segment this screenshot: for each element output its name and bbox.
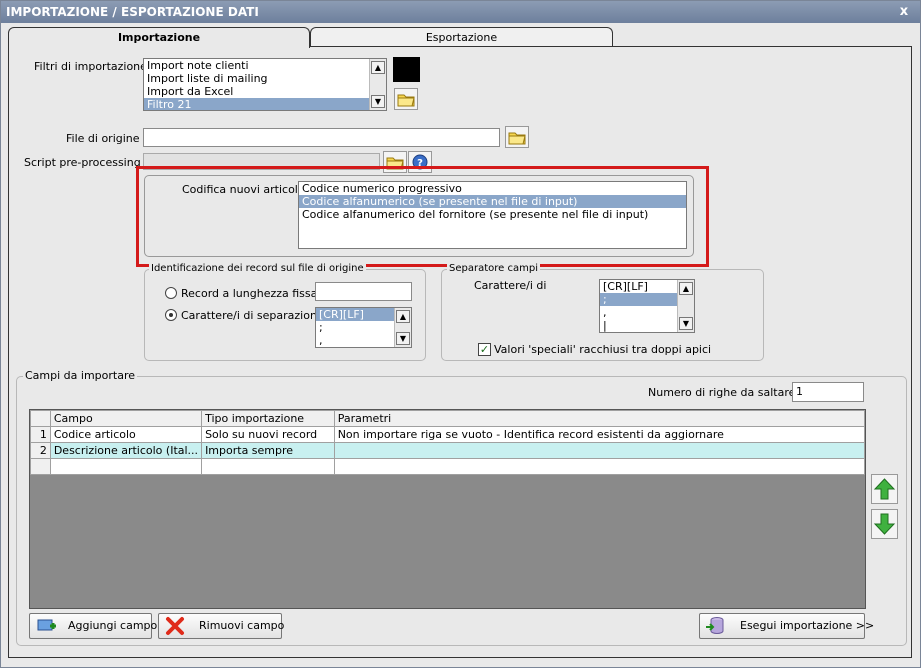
fields-table: Campo Tipo importazione Parametri 1 Codi… [30, 410, 866, 475]
tab-importazione-label: Importazione [117, 31, 201, 44]
radio-record-separator[interactable] [165, 309, 177, 321]
row-number: 2 [30, 442, 51, 459]
filter-item[interactable]: Import note clienti [144, 59, 386, 72]
cell-tipo[interactable]: Solo su nuovi record [201, 426, 335, 443]
run-import-label: Esegui importazione >> [740, 619, 875, 632]
col-parametri[interactable]: Parametri [333, 410, 866, 427]
table-row[interactable]: 1 Codice articolo Solo su nuovi record N… [30, 426, 866, 443]
cell-parametri[interactable] [333, 458, 866, 475]
remove-icon [166, 617, 184, 635]
record-sep-listbox[interactable]: [CR][LF] ; , ▲ ▼ [315, 307, 412, 348]
remove-field-button[interactable]: Rimuovi campo [158, 613, 285, 639]
row-number [30, 458, 51, 475]
folder-open-button[interactable] [394, 88, 418, 110]
cell-parametri[interactable] [333, 442, 866, 459]
import-export-window: IMPORTAZIONE / ESPORTAZIONE DATI x Impor… [0, 0, 921, 668]
radio-record-fixed[interactable] [165, 287, 177, 299]
quotes-checkbox-label: Valori 'speciali' racchiusi tra doppi ap… [494, 343, 712, 356]
table-header-row: Campo Tipo importazione Parametri [30, 410, 866, 427]
scroll-down-icon[interactable]: ▼ [679, 317, 693, 330]
skip-rows-input[interactable]: 1 [792, 382, 864, 402]
file-origine-browse-button[interactable] [505, 126, 529, 148]
file-origine-input[interactable] [143, 128, 500, 147]
cell-tipo[interactable]: Importa sempre [201, 442, 335, 459]
separatore-title: Separatore campi [447, 263, 540, 274]
arrow-down-icon [873, 513, 896, 535]
arrow-up-icon [873, 478, 896, 500]
move-down-button[interactable] [871, 509, 898, 539]
quotes-checkbox[interactable]: ✓ [478, 343, 491, 356]
record-length-input[interactable] [315, 282, 412, 301]
scroll-up-icon[interactable]: ▲ [371, 61, 385, 74]
scroll-down-icon[interactable]: ▼ [396, 332, 410, 345]
add-field-button[interactable]: Aggiungi campo [29, 613, 157, 639]
filters-label: Filtri di importazione : [34, 60, 155, 73]
script-pre-label: Script pre-processing : [24, 156, 148, 169]
close-icon[interactable]: x [896, 5, 912, 19]
record-sep-scrollbar[interactable]: ▲ ▼ [394, 308, 411, 347]
record-sep-label: Carattere/i di separazione [181, 309, 324, 322]
separatore-label: Carattere/i di [474, 279, 547, 292]
row-number: 1 [30, 426, 51, 443]
cell-campo[interactable]: Codice articolo [49, 426, 203, 443]
move-up-button[interactable] [871, 474, 898, 504]
record-fixed-label: Record a lunghezza fissa [181, 287, 318, 300]
run-import-button[interactable]: Esegui importazione >> [699, 613, 874, 639]
tab-esportazione-label: Esportazione [425, 31, 498, 44]
table-row-empty[interactable] [30, 458, 866, 475]
cell-tipo[interactable] [201, 458, 335, 475]
folder-icon [397, 94, 415, 107]
cell-campo[interactable]: Descrizione articolo (Ital... [49, 442, 203, 459]
separatore-listbox[interactable]: [CR][LF] ; , | ▲ ▼ [599, 279, 695, 333]
window-title: IMPORTAZIONE / ESPORTAZIONE DATI [6, 5, 259, 19]
identificazione-title: Identificazione dei record sul file di o… [149, 263, 366, 274]
filter-item[interactable]: Import liste di mailing [144, 72, 386, 85]
remove-field-label: Rimuovi campo [199, 619, 285, 632]
database-import-icon [706, 617, 724, 634]
filters-listbox[interactable]: Import note clienti Import liste di mail… [143, 58, 387, 111]
tab-importazione[interactable]: Importazione [8, 27, 310, 48]
folder-icon [508, 132, 526, 145]
table-row[interactable]: 2 Descrizione articolo (Ital... Importa … [30, 442, 866, 459]
filters-scrollbar[interactable]: ▲ ▼ [369, 59, 386, 110]
cell-parametri[interactable]: Non importare riga se vuoto - Identifica… [333, 426, 866, 443]
separatore-scrollbar[interactable]: ▲ ▼ [677, 280, 694, 332]
col-tipo[interactable]: Tipo importazione [201, 410, 335, 427]
add-field-icon [37, 619, 56, 631]
scroll-down-icon[interactable]: ▼ [371, 95, 385, 108]
campi-title: Campi da importare [23, 369, 137, 382]
skip-rows-label: Numero di righe da saltare : [648, 386, 803, 399]
file-origine-label: File di origine : [66, 132, 147, 145]
filter-item-selected[interactable]: Filtro 21 [144, 98, 386, 110]
filter-color-swatch[interactable] [393, 57, 420, 82]
scroll-up-icon[interactable]: ▲ [679, 282, 693, 295]
filter-item[interactable]: Import da Excel [144, 85, 386, 98]
rownum-header [30, 410, 51, 427]
cell-campo[interactable] [49, 458, 203, 475]
add-field-label: Aggiungi campo [68, 619, 158, 632]
window-title-bar: IMPORTAZIONE / ESPORTAZIONE DATI x [1, 1, 920, 23]
col-campo[interactable]: Campo [49, 410, 203, 427]
fields-grid[interactable]: Campo Tipo importazione Parametri 1 Codi… [29, 409, 866, 609]
highlight-box [136, 166, 709, 267]
scroll-up-icon[interactable]: ▲ [396, 310, 410, 323]
tab-esportazione[interactable]: Esportazione [310, 27, 613, 47]
